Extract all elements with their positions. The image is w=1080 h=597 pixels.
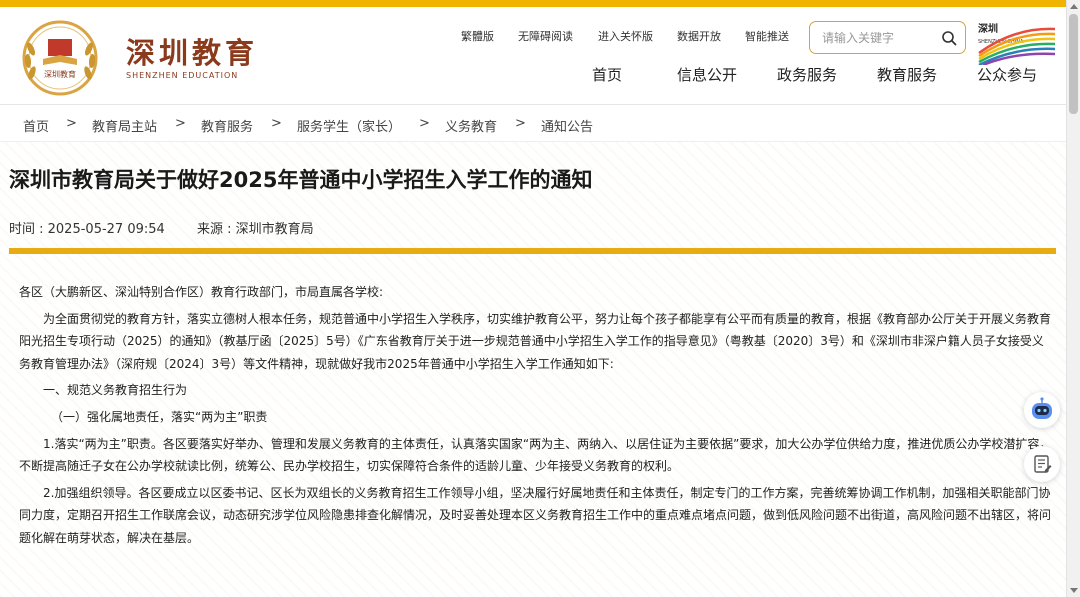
intro-paragraph: 为全面贯彻党的教育方针，落实立德树人根本任务，规范普通中小学招生入学秩序，切实维…: [19, 311, 1052, 371]
scroll-up-arrow-icon[interactable]: [1070, 4, 1078, 9]
article-body: 各区（大鹏新区、深汕特别合作区）教育行政部门，市局直属各学校: 为全面贯彻党的教…: [19, 281, 1055, 554]
breadcrumb-separator: >: [175, 116, 186, 131]
breadcrumb-separator: >: [271, 116, 282, 131]
logo-chinese: 深圳教育: [126, 36, 259, 70]
link-traditional-chinese[interactable]: 繁體版: [461, 28, 494, 44]
paragraph-item-2: 2.加强组织领导。各区要成立以区委书记、区长为双组长的义务教育招生工作领导小组，…: [19, 485, 1052, 545]
breadcrumb-home[interactable]: 首页: [23, 116, 49, 135]
link-open-data[interactable]: 数据开放: [677, 28, 721, 44]
feedback-icon: [1034, 455, 1052, 473]
nav-info-disclosure[interactable]: 信息公开: [677, 64, 737, 85]
link-care-mode[interactable]: 进入关怀版: [598, 28, 653, 44]
breadcrumb-separator: >: [66, 116, 77, 131]
breadcrumb-compulsory-education[interactable]: 义务教育: [445, 116, 497, 135]
breadcrumb-separator: >: [515, 116, 526, 131]
site-header: 深圳教育 深圳教育 SHENZHEN EDUCATION 繁體版 无障碍阅读 进…: [0, 7, 1066, 105]
sz-logo-cn: 深圳: [978, 22, 998, 35]
subsection-heading: （一）强化属地责任，落实“两为主”职责: [51, 409, 268, 424]
article-title: 深圳市教育局关于做好2025年普通中小学招生入学工作的通知: [9, 168, 593, 192]
logo-english: SHENZHEN EDUCATION: [126, 71, 239, 80]
breadcrumb-education-services[interactable]: 教育服务: [201, 116, 253, 135]
education-seal-logo[interactable]: 深圳教育: [17, 19, 103, 97]
site-logo-text[interactable]: 深圳教育 SHENZHEN EDUCATION: [126, 37, 258, 80]
breadcrumb-serve-students[interactable]: 服务学生（家长）: [297, 116, 401, 135]
nav-government-services[interactable]: 政务服务: [777, 64, 837, 85]
paragraph-item-1: 1.落实“两为主”职责。各区要落实好举办、管理和发展义务教育的主体责任，认真落实…: [19, 436, 1052, 474]
search-input[interactable]: [822, 28, 937, 48]
breadcrumb-bureau-main[interactable]: 教育局主站: [92, 116, 157, 135]
link-smart-push[interactable]: 智能推送: [745, 28, 789, 44]
top-accent-strip: [0, 0, 1066, 7]
search-icon[interactable]: [941, 30, 957, 46]
shenzhen-china-logo[interactable]: 深圳 SHENZHEN CHINA: [975, 19, 1057, 65]
seal-text: 深圳教育: [44, 69, 76, 79]
nav-public-participation[interactable]: 公众参与: [977, 64, 1037, 85]
nav-home[interactable]: 首页: [592, 64, 622, 85]
search-box: [809, 21, 966, 54]
vertical-scrollbar[interactable]: [1066, 0, 1080, 597]
article-meta: 时间 : 2025-05-27 09:54 来源 : 深圳市教育局: [9, 218, 342, 237]
title-divider: [9, 248, 1056, 254]
breadcrumb-separator: >: [419, 116, 430, 131]
publish-time: 时间 : 2025-05-27 09:54: [9, 222, 165, 237]
scroll-thumb[interactable]: [1069, 14, 1078, 114]
breadcrumb-notices[interactable]: 通知公告: [541, 116, 593, 135]
feedback-button[interactable]: [1024, 446, 1060, 482]
salutation: 各区（大鹏新区、深汕特别合作区）教育行政部门，市局直属各学校:: [19, 285, 384, 299]
nav-education-services[interactable]: 教育服务: [877, 64, 937, 85]
breadcrumb: 首页 > 教育局主站 > 教育服务 > 服务学生（家长） > 义务教育 > 通知…: [0, 106, 1066, 142]
robot-assistant-icon: [1032, 397, 1052, 419]
link-accessible-reading[interactable]: 无障碍阅读: [518, 28, 573, 44]
article-source: 来源 : 深圳市教育局: [196, 222, 314, 237]
ai-assistant-button[interactable]: [1024, 392, 1060, 428]
scroll-down-arrow-icon[interactable]: [1070, 588, 1078, 593]
section-heading: 一、规范义务教育招生行为: [43, 383, 188, 398]
